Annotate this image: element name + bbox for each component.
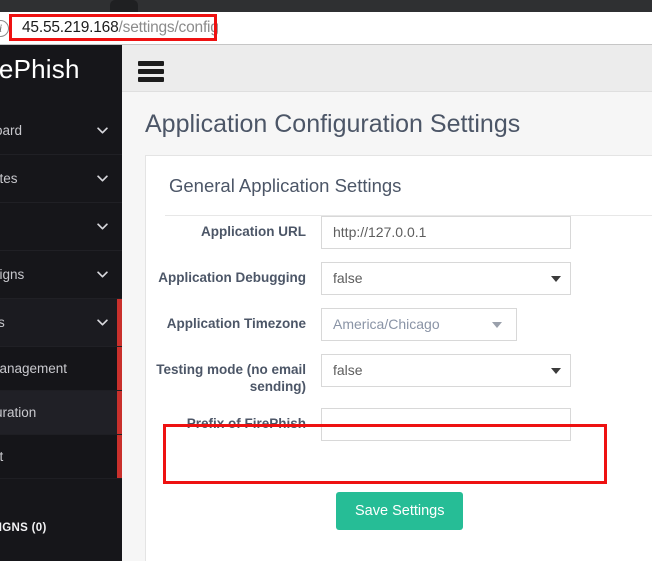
form-row-application-url: Application URL http://127.0.0.1 <box>146 216 652 249</box>
sidebar-subitem-label: Configuration <box>0 405 36 420</box>
sidebar-heading-label: CAMPAIGNS (0) <box>0 522 47 534</box>
sidebar-subitem-user-management[interactable]: User Management <box>0 347 122 391</box>
chevron-down-icon <box>492 322 502 328</box>
field-label: Application Debugging <box>146 262 321 286</box>
chevron-down-icon <box>97 319 108 326</box>
info-circle-icon[interactable]: i <box>0 20 9 37</box>
field-label: Application Timezone <box>146 308 321 332</box>
browser-window: i 45.55.219.168/settings/config FirePhis… <box>0 0 652 561</box>
sidebar-item-targets[interactable]: Targets <box>0 203 122 251</box>
web-page: FirePhish Dashboard Templates Targets <box>0 45 652 561</box>
settings-panel: General Application Settings Application… <box>145 155 652 561</box>
chevron-down-icon <box>551 368 561 374</box>
field-label: Testing mode (no email sending) <box>146 354 321 395</box>
application-url-input[interactable]: http://127.0.0.1 <box>321 216 571 249</box>
sidebar-submenu: User Management Configuration Support <box>0 347 122 479</box>
field-control: http://127.0.0.1 <box>321 216 571 249</box>
sidebar-item-label: Settings <box>0 315 5 330</box>
app-top-bar <box>122 45 652 92</box>
sidebar-item-label: Dashboard <box>0 123 22 138</box>
form-row-application-timezone: Application Timezone America/Chicago <box>146 308 652 341</box>
form-row-application-debugging: Application Debugging false <box>146 262 652 295</box>
sidebar-item-settings[interactable]: Settings <box>0 299 122 347</box>
panel-title: General Application Settings <box>169 175 401 197</box>
testing-mode-select[interactable]: false <box>321 354 571 387</box>
field-control: false <box>321 354 571 387</box>
field-control <box>321 408 571 441</box>
form-row-prefix-of-firephish: Prefix of FirePhish <box>146 408 652 441</box>
settings-form: Application URL http://127.0.0.1 Applica… <box>146 216 652 454</box>
field-label: Prefix of FirePhish <box>146 408 321 432</box>
chevron-down-icon <box>97 127 108 134</box>
application-debugging-select[interactable]: false <box>321 262 571 295</box>
select-value: America/Chicago <box>333 316 440 332</box>
main-content: Application Configuration Settings Gener… <box>122 92 652 561</box>
chevron-down-icon <box>97 175 108 182</box>
sidebar-subitem-label: User Management <box>0 361 67 376</box>
chevron-down-icon <box>97 271 108 278</box>
application-timezone-select[interactable]: America/Chicago <box>321 308 517 341</box>
browser-url-bar[interactable]: i 45.55.219.168/settings/config <box>0 12 652 45</box>
browser-tab[interactable] <box>110 0 138 12</box>
chevron-down-icon <box>551 276 561 282</box>
field-control: America/Chicago <box>321 308 517 341</box>
hamburger-icon[interactable] <box>138 61 164 81</box>
sidebar-item-dashboard[interactable]: Dashboard <box>0 107 122 155</box>
sidebar-item-campaigns[interactable]: Campaigns <box>0 251 122 299</box>
field-control: false <box>321 262 571 295</box>
chevron-down-icon <box>97 223 108 230</box>
form-row-testing-mode: Testing mode (no email sending) false <box>146 354 652 395</box>
sidebar-item-label: Campaigns <box>0 267 24 282</box>
sidebar-nav: Dashboard Templates Targets <box>0 107 122 551</box>
select-value: false <box>333 362 363 378</box>
sidebar-subitem-configuration[interactable]: Configuration <box>0 391 122 435</box>
select-value: false <box>333 270 363 286</box>
save-settings-button[interactable]: Save Settings <box>336 492 463 530</box>
sidebar-item-templates[interactable]: Templates <box>0 155 122 203</box>
browser-tab-strip <box>0 0 652 12</box>
sidebar-item-label: Templates <box>0 171 18 186</box>
prefix-of-firephish-input[interactable] <box>321 408 571 441</box>
field-label: Application URL <box>146 216 321 240</box>
sidebar: FirePhish Dashboard Templates Targets <box>0 45 122 561</box>
sidebar-subitem-support[interactable]: Support <box>0 435 122 479</box>
brand-logo[interactable]: FirePhish <box>0 54 122 85</box>
url-text: 45.55.219.168/settings/config <box>22 19 219 37</box>
url-path: /settings/config <box>119 19 219 36</box>
sidebar-subitem-label: Support <box>0 449 3 464</box>
sidebar-section-heading: CAMPAIGNS (0) <box>0 505 122 551</box>
url-host: 45.55.219.168 <box>22 19 119 36</box>
page-title: Application Configuration Settings <box>145 110 520 139</box>
